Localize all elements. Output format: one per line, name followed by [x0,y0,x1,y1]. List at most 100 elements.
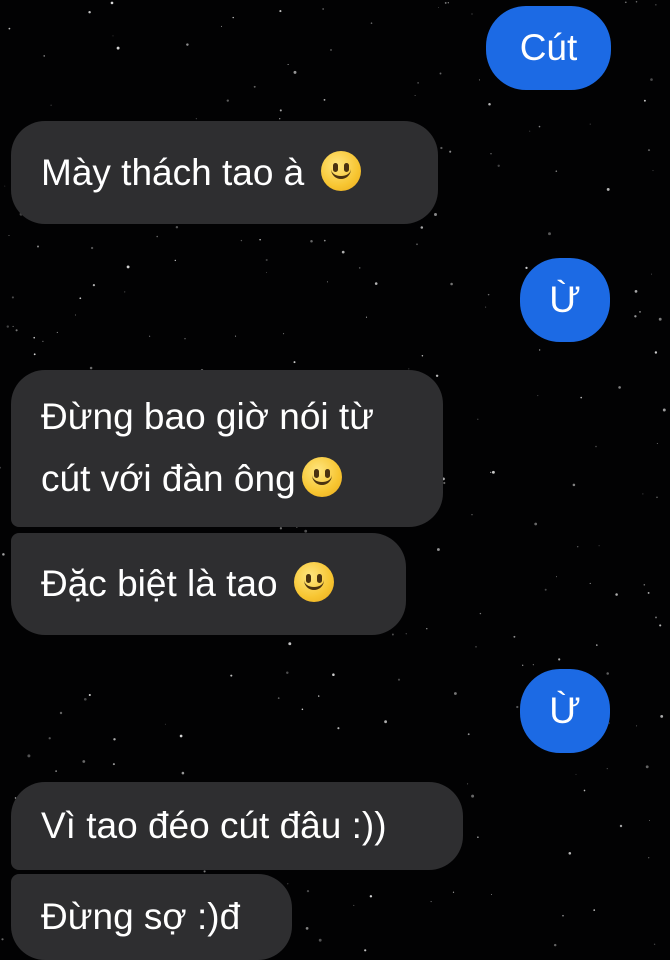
star-dot [259,238,261,241]
star-dot [477,836,479,838]
star-dot [426,628,428,630]
star-dot [179,734,183,738]
star-dot [548,232,551,236]
star-dot [562,914,564,917]
outgoing-message-bubble[interactable]: Ừ [520,258,610,342]
star-dot [467,783,469,785]
star-dot [529,130,531,132]
star-dot [449,150,452,153]
star-dot [374,282,378,285]
star-dot [443,481,446,485]
star-dot [478,79,480,81]
star-dot [615,593,618,596]
star-dot [195,118,197,120]
star-dot [148,335,151,337]
star-dot [88,693,91,697]
outgoing-message-bubble[interactable]: Ừ [520,669,610,753]
star-dot [82,760,86,763]
star-dot [595,445,597,448]
star-dot [2,553,5,556]
star-dot [639,311,641,313]
incoming-message-bubble[interactable]: Mày thách tao à [11,121,438,224]
star-dot [416,243,418,246]
star-dot [318,938,322,942]
star-dot [516,705,519,709]
incoming-message-bubble[interactable]: Đừng bao giờ nói từ cút với đàn ông [11,370,443,527]
incoming-message-bubble[interactable]: Đặc biệt là tao [11,533,406,635]
star-dot [370,22,373,24]
star-dot [83,697,87,701]
message-text: Ừ [549,279,581,320]
star-dot [539,349,541,351]
star-dot [635,1,638,3]
star-dot [279,118,281,120]
star-dot [479,612,482,615]
star-dot [647,149,651,152]
star-dot [471,794,475,798]
slight-smile-emoji-icon [320,151,361,191]
star-dot [648,857,650,859]
star-dot [485,306,487,308]
star-dot [8,27,11,30]
star-dot [283,333,285,335]
star-dot [447,2,449,4]
star-dot [475,646,477,648]
star-dot [92,283,96,287]
star-dot [235,335,237,337]
star-dot [265,258,268,262]
star-dot [110,1,114,5]
star-dot [50,104,52,106]
message-text: Ừ [549,690,581,731]
star-dot [477,418,479,420]
star-dot [558,658,561,661]
star-dot [293,70,297,74]
star-dot [56,331,58,333]
star-dot [434,213,437,216]
star-dot [436,548,440,551]
star-dot [59,711,63,715]
star-dot [655,4,657,6]
star-dot [439,72,442,75]
star-dot [555,170,558,172]
star-dot [450,282,453,286]
star-dot [453,692,457,695]
star-dot [589,123,591,125]
incoming-message-bubble[interactable]: Đừng sợ :)đ [11,874,292,960]
message-text-line: Đừng bao giờ nói từ [41,396,374,437]
star-dot [538,125,541,128]
star-dot [323,239,326,242]
star-dot [647,591,650,594]
star-dot [421,355,424,357]
star-dot [487,293,490,296]
message-text: Cút [519,27,578,68]
star-dot [471,13,473,15]
star-dot [532,664,534,666]
message-text: Mày thách tao à [41,152,305,193]
star-dot [332,673,335,676]
star-dot [322,8,324,10]
star-dot [37,245,39,248]
star-dot [655,616,657,619]
star-dot [391,633,394,636]
star-dot [11,296,14,299]
star-dot [89,366,93,370]
star-dot [643,99,646,102]
incoming-message-bubble[interactable]: Vì tao đéo cút đâu :)) [11,782,463,870]
star-dot [490,153,492,155]
star-dot [116,46,120,50]
star-dot [553,943,557,947]
star-dot [240,239,243,242]
star-dot [88,10,91,14]
slight-smile-emoji-icon [301,457,342,497]
star-dot [656,496,658,499]
outgoing-message-bubble[interactable]: Cút [486,6,611,90]
star-dot [365,316,368,318]
star-dot [634,290,638,293]
star-dot [287,63,289,66]
star-dot [305,927,309,930]
star-dot [288,642,292,646]
star-dot [619,824,623,828]
star-dot [124,291,126,293]
star-dot [112,763,115,766]
star-dot [42,340,44,343]
